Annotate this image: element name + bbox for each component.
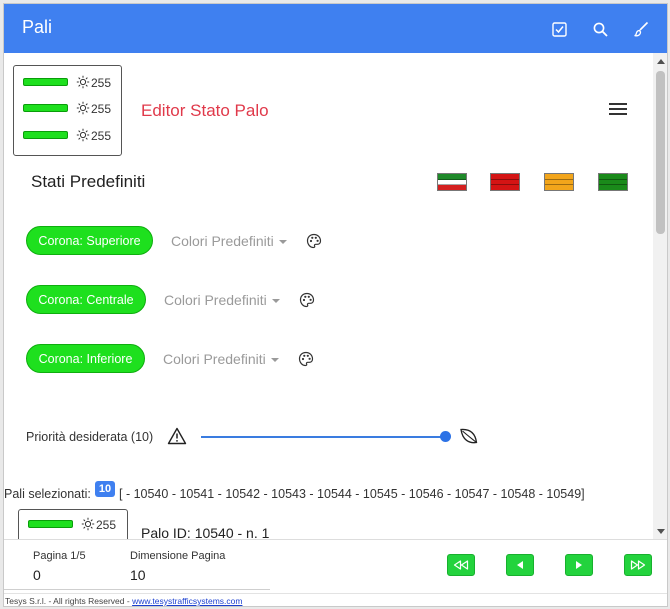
pole-row-middle: 255 <box>23 101 123 117</box>
page-size-value: 10 <box>130 567 146 583</box>
scroll-down-icon[interactable] <box>657 529 665 534</box>
vertical-scrollbar[interactable] <box>653 53 667 539</box>
sun-icon <box>76 128 90 142</box>
caret-down-icon <box>270 358 279 363</box>
page-size-label: Dimensione Pagina <box>130 550 226 562</box>
preset-colors-dropdown-inferiore[interactable]: Colori Predefiniti <box>163 351 279 367</box>
preset-orange-button[interactable] <box>544 173 574 191</box>
editor-title: Editor Stato Palo <box>141 101 269 120</box>
priority-label: Priorità desiderata (10) <box>26 430 154 444</box>
selected-poles-list: [ - 10540 - 10541 - 10542 - 10543 - 1054… <box>119 487 585 501</box>
caret-down-icon <box>278 240 287 245</box>
led-bar <box>23 131 68 139</box>
preset-colors-dropdown-centrale[interactable]: Colori Predefiniti <box>164 292 280 308</box>
dropdown-label: Colori Predefiniti <box>164 292 267 308</box>
brush-icon[interactable] <box>630 18 652 40</box>
app-window: Pali 255 255 255 Editor Stato Palo Stati… <box>3 3 668 607</box>
brightness-value: 255 <box>91 76 112 90</box>
next-page-button[interactable] <box>565 554 593 576</box>
corona-centrale-button[interactable]: Corona: Centrale <box>26 285 146 314</box>
fast-forward-icon <box>630 560 646 570</box>
led-bar <box>23 78 68 86</box>
dropdown-label: Colori Predefiniti <box>163 351 266 367</box>
brightness-value: 255 <box>96 518 117 532</box>
pole-preview[interactable]: 255 255 255 <box>13 65 122 156</box>
selected-poles-label: Pali selezionati: <box>4 487 91 501</box>
preset-green-button[interactable] <box>598 173 628 191</box>
search-icon[interactable] <box>589 18 611 40</box>
brightness-value: 255 <box>91 102 112 116</box>
priority-slider-thumb[interactable] <box>440 431 451 442</box>
scrollbar-thumb[interactable] <box>656 71 665 234</box>
warning-icon <box>167 427 187 445</box>
previous-page-button[interactable] <box>506 554 534 576</box>
copyright-text: Tesys S.r.l. - All rights Reserved - <box>5 596 133 606</box>
company-website-link[interactable]: www.tesystrafficsystems.com <box>132 596 242 606</box>
checkbox-icon[interactable] <box>548 18 570 40</box>
led-bar <box>23 104 68 112</box>
pagination-bar: Pagina 1/5 0 Dimensione Pagina 10 <box>4 539 667 592</box>
brightness-value: 255 <box>91 129 112 143</box>
dropdown-label: Colori Predefiniti <box>171 233 274 249</box>
app-title: Pali <box>22 17 53 37</box>
sun-icon <box>81 517 95 531</box>
palette-icon[interactable] <box>306 233 322 249</box>
rewind-icon <box>453 560 469 570</box>
caret-down-icon <box>271 299 280 304</box>
footer-divider <box>4 589 270 590</box>
pole-row-top: 255 <box>28 517 128 533</box>
palette-icon[interactable] <box>299 292 315 308</box>
pole-item-preview[interactable]: 255 <box>18 509 128 539</box>
triangle-left-icon <box>517 561 523 569</box>
pole-row-bottom: 255 <box>23 128 123 144</box>
main-content: 255 255 255 Editor Stato Palo Stati Pred… <box>4 53 653 539</box>
triangle-right-icon <box>576 561 582 569</box>
corona-inferiore-button[interactable]: Corona: Inferiore <box>26 344 145 373</box>
first-page-button[interactable] <box>447 554 475 576</box>
sun-icon <box>76 101 90 115</box>
page-label: Pagina 1/5 <box>33 550 86 562</box>
pole-id-title: Palo ID: 10540 - n. 1 <box>141 525 270 539</box>
selected-count-badge: 10 <box>95 481 115 497</box>
palette-icon[interactable] <box>298 351 314 367</box>
sun-icon <box>76 75 90 89</box>
leaf-icon <box>460 428 478 444</box>
preset-italian-button[interactable] <box>437 173 467 191</box>
corona-superiore-button[interactable]: Corona: Superiore <box>26 226 153 255</box>
priority-slider-track[interactable] <box>201 436 446 438</box>
presets-label: Stati Predefiniti <box>31 172 146 191</box>
preset-red-button[interactable] <box>490 173 520 191</box>
last-page-button[interactable] <box>624 554 652 576</box>
pole-row-top: 255 <box>23 75 123 91</box>
copyright-bar: Tesys S.r.l. - All rights Reserved - www… <box>4 593 667 606</box>
top-app-bar: Pali <box>4 4 667 53</box>
led-bar <box>28 520 73 528</box>
preset-colors-dropdown-superiore[interactable]: Colori Predefiniti <box>171 233 287 249</box>
page-value: 0 <box>33 567 41 583</box>
scroll-up-icon[interactable] <box>657 59 665 64</box>
hamburger-menu-icon[interactable] <box>609 103 627 117</box>
